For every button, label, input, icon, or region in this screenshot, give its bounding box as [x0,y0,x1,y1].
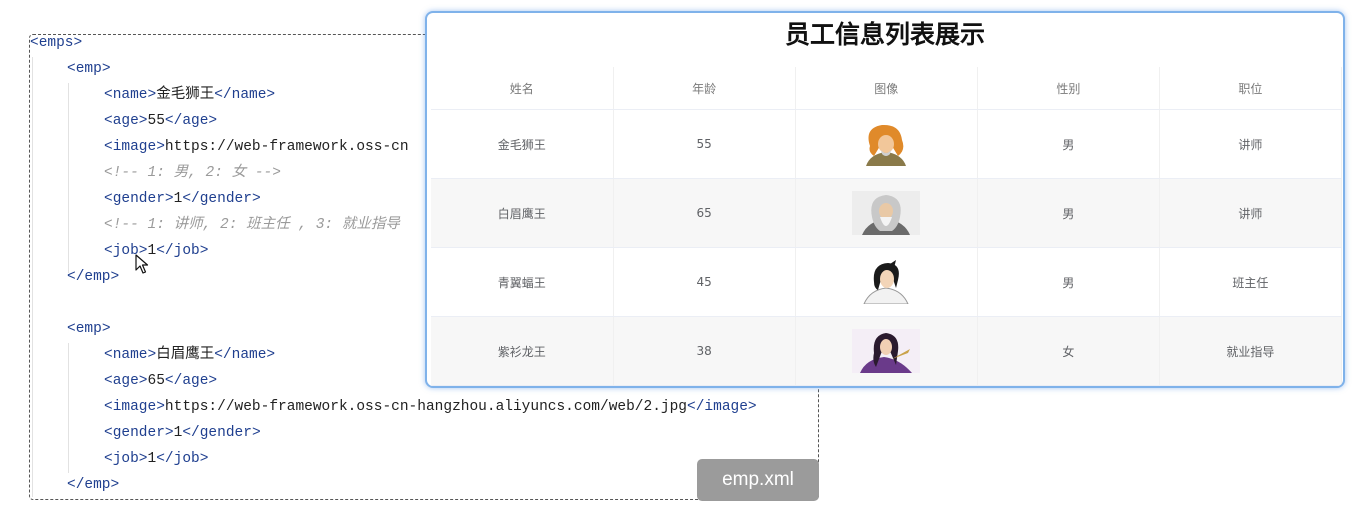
purple-robe-character-avatar [852,329,921,373]
cell-gender: 男 [977,247,1160,317]
cell-age: 38 [613,316,796,386]
cell-job: 讲师 [1159,178,1343,248]
code-line-emp-close: </emp> [67,477,120,493]
code-line-emp-open: <emp> [67,321,111,337]
table-row: 青翼蝠王 45 男 班主任 [431,247,1343,317]
code-line-image: <image>https://web-framework.oss-cn-hang… [104,399,757,415]
code-line-emp-close: </emp> [67,269,120,285]
table-row: 金毛狮王 55 男 讲师 [431,109,1343,179]
indent-guide [32,57,33,497]
code-line-name: <name>白眉鹰王</name> [104,347,276,363]
table-row: 白眉鹰王 65 男 讲师 [431,178,1343,248]
cell-gender: 男 [977,178,1160,248]
code-line-job: <job>1</job> [104,243,209,259]
indent-guide [68,83,69,273]
cell-age: 45 [613,247,796,317]
xml-job-value: 1 [147,451,157,467]
employee-table-card: 员工信息列表展示 姓名 年龄 图像 性别 职位 金毛狮王 55 男 讲师 白眉鹰… [425,11,1345,388]
cell-gender: 女 [977,316,1160,386]
xml-age-value: 55 [147,113,165,129]
code-line-age: <age>55</age> [104,113,218,129]
cell-name: 青翼蝠王 [431,247,614,317]
cell-job: 就业指导 [1159,316,1343,386]
green-wing-character-avatar [863,260,909,304]
column-header-job: 职位 [1159,67,1343,110]
code-line-image: <image>https://web-framework.oss-cn [104,139,409,155]
cell-job: 班主任 [1159,247,1343,317]
cell-name: 紫衫龙王 [431,316,614,386]
cell-name: 金毛狮王 [431,109,614,179]
table-header-row: 姓名 年龄 图像 性别 职位 [431,67,1343,110]
white-brow-character-avatar [852,191,921,235]
code-line-gender: <gender>1</gender> [104,191,261,207]
xml-image-value: https://web-framework.oss-cn-hangzhou.al… [164,399,688,415]
filename-badge: emp.xml [697,459,819,501]
cell-image [795,109,978,179]
column-header-gender: 性别 [977,67,1160,110]
cell-name: 白眉鹰王 [431,178,614,248]
cell-age: 55 [613,109,796,179]
cell-age: 65 [613,178,796,248]
indent-guide [68,343,69,473]
code-line-emps-open: <emps> [30,35,83,51]
code-comment-job: <!-- 1: 讲师, 2: 班主任 , 3: 就业指导 [104,217,400,233]
xml-age-value: 65 [147,373,165,389]
column-header-image: 图像 [795,67,978,110]
column-header-age: 年龄 [613,67,796,110]
table-row: 紫衫龙王 38 女 就业指导 [431,316,1343,386]
code-comment-gender: <!-- 1: 男, 2: 女 --> [104,165,281,181]
cell-image [795,178,978,248]
xml-name-value: 白眉鹰王 [156,347,215,363]
cell-gender: 男 [977,109,1160,179]
mouse-pointer-icon [135,254,149,274]
code-line-name: <name>金毛狮王</name> [104,87,276,103]
code-line-age: <age>65</age> [104,373,218,389]
cell-image [795,247,978,317]
code-line-gender: <gender>1</gender> [104,425,261,441]
cell-image [795,316,978,386]
xml-image-value: https://web-framework.oss-cn [164,139,409,155]
xml-name-value: 金毛狮王 [156,87,215,103]
page-title: 员工信息列表展示 [784,20,985,49]
cell-job: 讲师 [1159,109,1343,179]
code-line-job: <job>1</job> [104,451,209,467]
column-header-name: 姓名 [431,67,614,110]
employee-table: 姓名 年龄 图像 性别 职位 金毛狮王 55 男 讲师 白眉鹰王 65 男 讲师… [431,67,1343,386]
code-line-emp-open: <emp> [67,61,111,77]
golden-hair-character-avatar [866,124,907,166]
